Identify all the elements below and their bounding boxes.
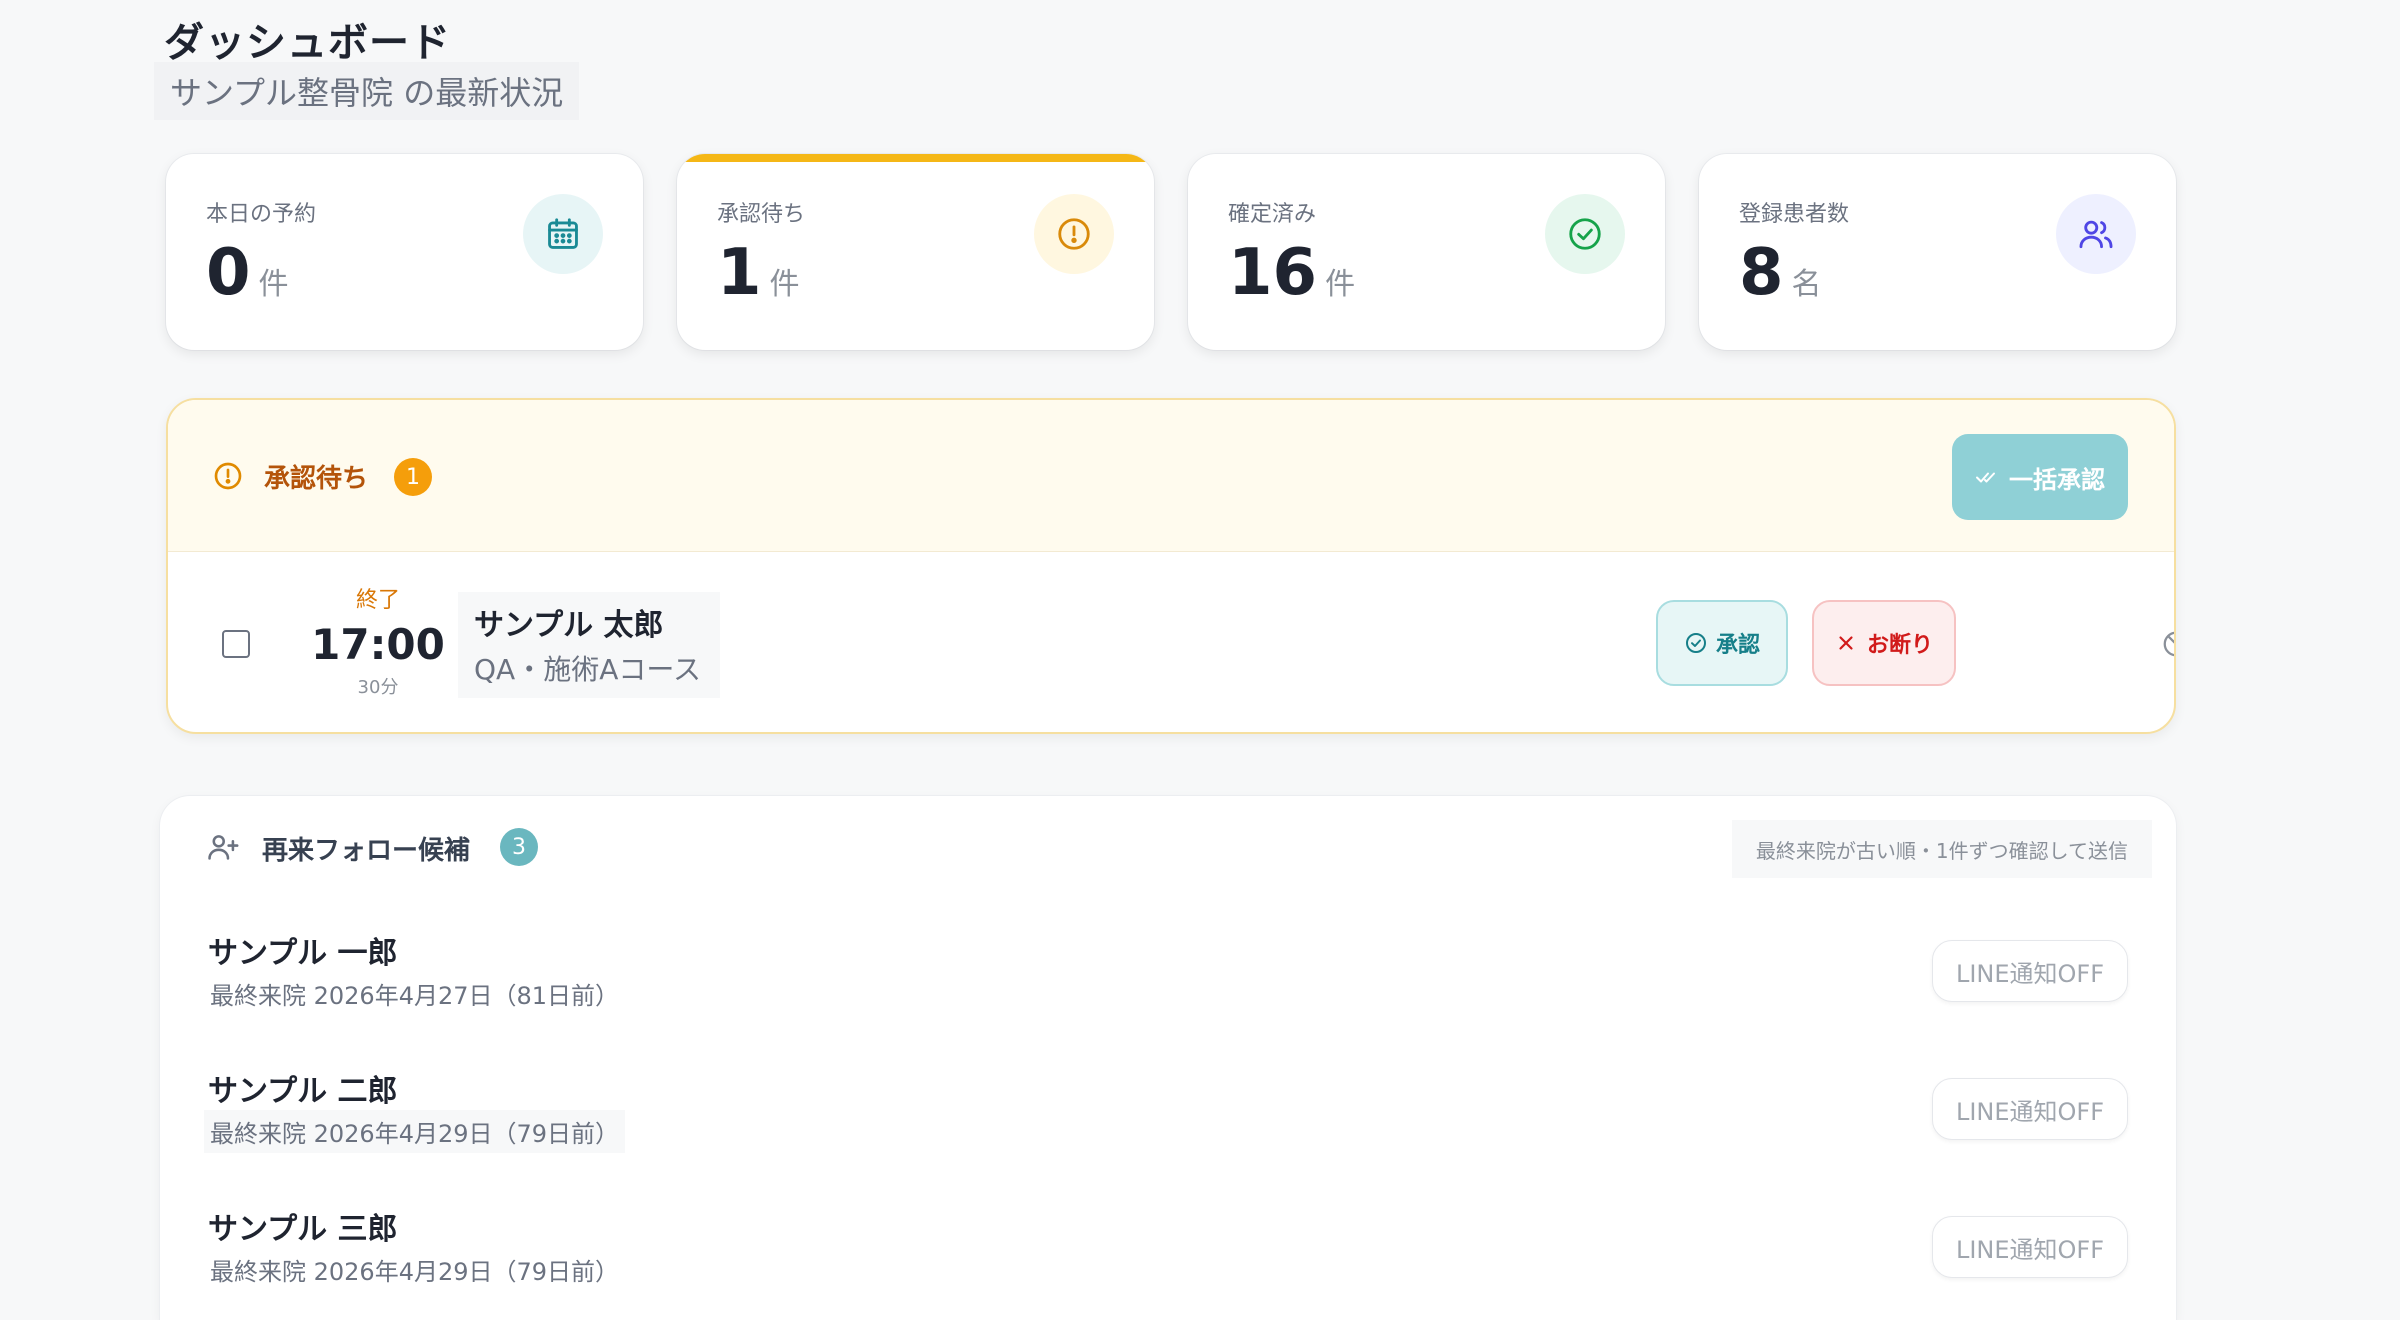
double-check-icon	[1976, 472, 1995, 483]
list-item: サンプル 二郎 最終来院 2026年4月29日（79日前） LINE通知OFF	[160, 1042, 2176, 1180]
stat-card-pending: 承認待ち 1 件	[677, 154, 1154, 350]
stat-card-today-bookings: 本日の予約 0 件	[166, 154, 643, 350]
stat-label: 本日の予約	[206, 202, 317, 227]
block-icon[interactable]	[2158, 626, 2174, 662]
approve-button[interactable]: 承認	[1656, 600, 1788, 686]
dashboard-page: ダッシュボード サンプル整骨院 の最新状況 本日の予約 0 件 承認待ち 1 件…	[0, 0, 2400, 1320]
stat-value: 0	[206, 236, 251, 310]
stats-row: 本日の予約 0 件 承認待ち 1 件 確定済み 16 件 登録患者数 8 名	[166, 154, 2176, 350]
page-title: ダッシュボード	[164, 20, 451, 66]
follow-count-badge: 3	[500, 828, 538, 866]
check-circle-icon	[1545, 194, 1625, 274]
follow-up-panel: 再来フォロー候補 3 最終来院が古い順・1件ずつ確認して送信 サンプル 一郎 最…	[160, 796, 2176, 1320]
list-item: サンプル 一郎 最終来院 2026年4月27日（81日前） LINE通知OFF	[160, 904, 2176, 1042]
bulk-approve-label: 一括承認	[2009, 465, 2105, 494]
follow-panel-title: 再来フォロー候補	[262, 836, 471, 866]
stat-value-row: 0 件	[206, 236, 289, 310]
list-item: サンプル 三郎 最終来院 2026年4月29日（79日前） LINE通知OFF	[160, 1180, 2176, 1318]
stat-value: 16	[1228, 236, 1318, 310]
stat-value: 1	[717, 236, 762, 310]
stat-value-row: 8 名	[1739, 236, 1822, 310]
booking-time-block: 終了 17:00 30分	[288, 582, 468, 699]
booking-status: 終了	[355, 588, 400, 613]
row-select-checkbox[interactable]	[222, 630, 250, 658]
follow-list: サンプル 一郎 最終来院 2026年4月27日（81日前） LINE通知OFF …	[160, 904, 2176, 1318]
last-visit: 最終来院 2026年4月29日（79日前）	[204, 1110, 626, 1153]
decline-button[interactable]: お断り	[1812, 600, 1956, 686]
patient-name: サンプル 三郎	[208, 1212, 398, 1247]
stat-value-row: 16 件	[1228, 236, 1355, 310]
alert-circle-icon	[212, 460, 244, 492]
users-icon	[2056, 194, 2136, 274]
calendar-icon	[523, 194, 603, 274]
stat-label: 承認待ち	[717, 202, 806, 227]
booking-time: 17:00	[311, 620, 445, 669]
booking-course: QA・施術Aコース	[474, 653, 701, 686]
booking-duration: 30分	[357, 677, 399, 698]
follow-panel-note: 最終来院が古い順・1件ずつ確認して送信	[1731, 820, 2152, 878]
pending-booking-row: 終了 17:00 30分 サンプル 太郎 QA・施術Aコース 承認 お断り	[168, 552, 2174, 732]
pending-panel-header: 承認待ち 1 一括承認	[168, 400, 2174, 552]
stat-unit: 件	[258, 267, 289, 302]
stat-card-confirmed: 確定済み 16 件	[1188, 154, 1665, 350]
stat-value-row: 1 件	[717, 236, 800, 310]
pending-approvals-panel: 承認待ち 1 一括承認 終了 17:00 30分 サンプル 太郎 QA・施術Aコ…	[166, 398, 2176, 734]
last-visit: 最終来院 2026年4月29日（79日前）	[210, 1258, 620, 1286]
stat-unit: 件	[1325, 267, 1356, 302]
stat-accent-bar	[677, 154, 1154, 162]
stat-unit: 名	[1791, 267, 1822, 302]
stat-value: 8	[1739, 236, 1784, 310]
line-notify-off-button[interactable]: LINE通知OFF	[1932, 940, 2128, 1002]
last-visit: 最終来院 2026年4月27日（81日前）	[210, 982, 620, 1010]
line-notify-off-button[interactable]: LINE通知OFF	[1932, 1216, 2128, 1278]
user-plus-icon	[206, 830, 240, 864]
check-circle-icon	[1685, 633, 1706, 653]
patient-name: サンプル 二郎	[208, 1074, 398, 1109]
stat-card-patients: 登録患者数 8 名	[1699, 154, 2176, 350]
bulk-approve-button[interactable]: 一括承認	[1952, 434, 2128, 520]
patient-name: サンプル 太郎	[474, 608, 664, 643]
pending-panel-title: 承認待ち	[264, 464, 369, 494]
decline-label: お断り	[1866, 633, 1933, 658]
x-icon	[1839, 636, 1853, 650]
patient-name: サンプル 一郎	[208, 936, 398, 971]
alert-circle-icon	[1034, 194, 1114, 274]
stat-unit: 件	[769, 267, 800, 302]
stat-label: 登録患者数	[1739, 202, 1850, 227]
page-subtitle: サンプル整骨院 の最新状況	[154, 62, 580, 120]
line-notify-off-button[interactable]: LINE通知OFF	[1932, 1078, 2128, 1140]
stat-label: 確定済み	[1228, 202, 1317, 227]
booking-patient-info: サンプル 太郎 QA・施術Aコース	[458, 592, 720, 698]
approve-label: 承認	[1715, 633, 1760, 658]
pending-count-badge: 1	[394, 458, 432, 496]
